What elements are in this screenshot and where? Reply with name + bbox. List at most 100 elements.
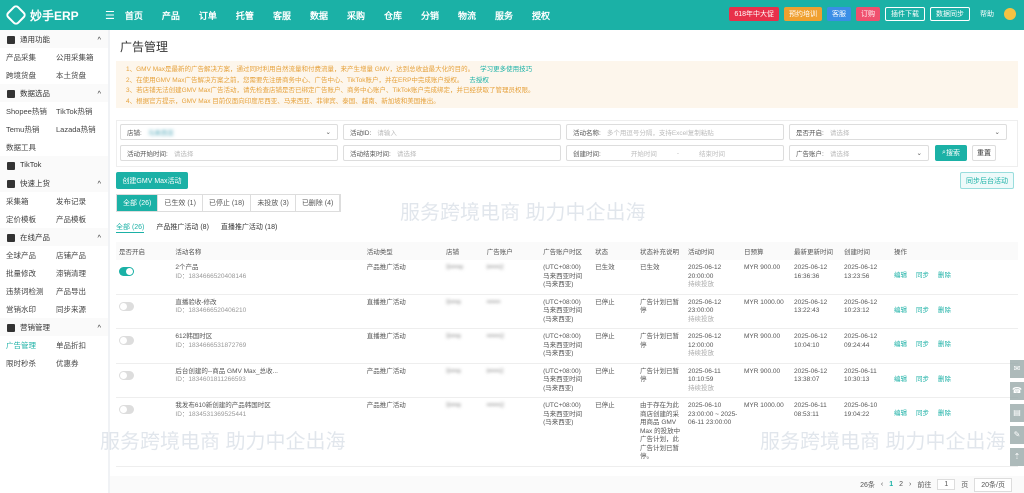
status-tab[interactable]: 已生效 (1) [158,195,203,211]
edit-button[interactable]: 编辑 [894,341,907,348]
next-page-button[interactable]: › [909,481,911,488]
delete-button[interactable]: 删除 [938,341,951,348]
start-time-picker[interactable]: 活动开始时间: 请选择 [120,145,338,161]
sidebar-group-header[interactable]: 数据选品 ^ [0,84,108,102]
nav-item[interactable]: 服务 [495,11,513,21]
chevron-up-icon[interactable]: ^ [97,323,101,332]
reset-button[interactable]: 重置 [972,145,996,161]
customer-service-button[interactable]: 客服 [827,7,851,21]
enable-toggle[interactable] [119,405,134,414]
page-input[interactable]: 1 [937,479,956,490]
edit-button[interactable]: 编辑 [894,410,907,417]
status-tab[interactable]: 已停止 (18) [203,195,252,211]
sidebar-item[interactable]: TikTok热销 [56,106,106,117]
sidebar-item[interactable]: 产品模板 [56,214,106,225]
sidebar-item[interactable]: 定价模板 [6,214,56,225]
chat-icon[interactable]: ✉ [1010,360,1024,378]
delete-button[interactable]: 删除 [938,307,951,314]
sidebar-item[interactable]: 全球产品 [6,250,56,261]
create-gmv-max-button[interactable]: 创建GMV Max活动 [116,172,188,189]
nav-item[interactable]: 授权 [532,11,550,21]
sidebar-item[interactable]: 跨境货盘 [6,70,56,81]
nav-item[interactable]: 分销 [421,11,439,21]
sync-button[interactable]: 同步 [916,307,929,314]
menu-icon[interactable]: ☰ [105,9,115,22]
sync-button[interactable]: 同步 [916,272,929,279]
edit-button[interactable]: 编辑 [894,272,907,279]
activity-id-input[interactable]: 活动ID: 请输入 [343,124,561,140]
nav-item[interactable]: 仓库 [384,11,402,21]
sidebar-group-header[interactable]: 通用功能 ^ [0,30,108,48]
status-tab[interactable]: 未投放 (3) [251,195,296,211]
sidebar-item[interactable]: 同步来源 [56,304,106,315]
avatar[interactable] [1004,8,1016,20]
sync-button[interactable]: 同步 [916,376,929,383]
nav-item[interactable]: 订单 [199,11,217,21]
sidebar-item[interactable]: Shopee热销 [6,106,56,117]
subscribe-button[interactable]: 订购 [856,7,880,21]
phone-icon[interactable]: ☎ [1010,382,1024,400]
created-time-range[interactable]: 创建时间: 开始时间 - 结束时间 [566,145,784,161]
sync-backend-button[interactable]: 同步后台活动 [960,172,1014,189]
ad-account-select[interactable]: 广告账户: 请选择 ⌄ [789,145,929,161]
edit-button[interactable]: 编辑 [894,376,907,383]
page-2[interactable]: 2 [899,481,903,488]
chevron-up-icon[interactable]: ^ [97,233,101,242]
nav-item[interactable]: 托管 [236,11,254,21]
delete-button[interactable]: 删除 [938,410,951,417]
search-button[interactable]: ⌕ 搜索 [935,145,967,161]
sidebar-item[interactable]: Temu热销 [6,124,56,135]
nav-item[interactable]: 物流 [458,11,476,21]
enable-toggle[interactable] [119,370,134,380]
activity-name-input[interactable]: 活动名称: 多个用逗号分隔，支持Excel复制粘贴 [566,124,784,140]
nav-item[interactable]: 产品 [162,11,180,21]
feedback-icon[interactable]: ✎ [1010,426,1024,444]
sync-button[interactable]: 同步 [916,341,929,348]
sidebar-item[interactable]: 违禁词检测 [6,286,56,297]
chevron-up-icon[interactable]: ^ [97,35,101,44]
authorize-link[interactable]: 去授权 [469,77,489,84]
sidebar-group-header[interactable]: TikTok [0,156,108,174]
sidebar-item[interactable]: 产品导出 [56,286,106,297]
enable-toggle[interactable] [119,267,134,276]
sidebar-item[interactable]: 广告管理 [6,340,56,351]
enable-toggle[interactable] [119,336,134,345]
sidebar-item[interactable]: 优惠券 [56,358,106,369]
enable-toggle[interactable] [119,301,134,311]
prev-page-button[interactable]: ‹ [881,481,883,488]
nav-item[interactable]: 首页 [125,11,143,21]
end-time-picker[interactable]: 活动结束时间: 请选择 [343,145,561,161]
sidebar-group-header[interactable]: 快速上货 ^ [0,174,108,192]
sidebar-item[interactable]: 产品采集 [6,52,56,63]
help-button[interactable]: 帮助 [975,7,999,21]
sidebar-item[interactable]: 采集箱 [6,196,56,207]
status-tab[interactable]: 全部 (26) [117,195,159,211]
data-sync-button[interactable]: 数据同步 [930,7,970,21]
sidebar-item[interactable]: 发布记录 [56,196,106,207]
sidebar-item[interactable]: 営销水印 [6,304,56,315]
edit-button[interactable]: 编辑 [894,307,907,314]
sidebar-item[interactable]: 限时秒杀 [6,358,56,369]
type-tab[interactable]: 产品推广活动 (8) [156,222,209,233]
type-tab[interactable]: 直播推广活动 (18) [221,222,277,233]
nav-item[interactable]: 采购 [347,11,365,21]
sidebar-item[interactable]: 本土货盘 [56,70,106,81]
status-tab[interactable]: 已删除 (4) [296,195,341,211]
back-to-top-icon[interactable]: ⇡ [1010,448,1024,466]
delete-button[interactable]: 删除 [938,272,951,279]
type-tab[interactable]: 全部 (26) [116,222,145,233]
sidebar-item[interactable]: 批量修改 [6,268,56,279]
sync-button[interactable]: 同步 [916,410,929,417]
sidebar-item[interactable]: 数据工具 [6,142,56,153]
sidebar-group-header[interactable]: 营销管理 ^ [0,318,108,336]
training-button[interactable]: 预约培训 [784,7,822,21]
sidebar-item[interactable]: 单品折扣 [56,340,106,351]
sidebar-item[interactable]: 滞销清理 [56,268,106,279]
sidebar-group-header[interactable]: 在线产品 ^ [0,228,108,246]
plugin-download-button[interactable]: 插件下载 [885,7,925,21]
page-size-select[interactable]: 20条/页 [974,477,1012,492]
delete-button[interactable]: 删除 [938,376,951,383]
sidebar-item[interactable]: Lazada热销 [56,124,106,135]
brand-logo[interactable]: 妙手ERP [4,3,113,27]
promo-618-button[interactable]: 618年中大促 [729,7,779,21]
